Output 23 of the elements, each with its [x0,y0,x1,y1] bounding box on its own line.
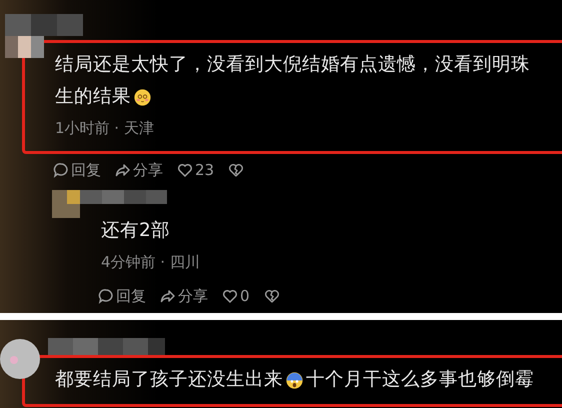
comment-text: 生的结果 [55,85,131,109]
comment-time-location: 1小时前 · 天津 [55,118,155,139]
speech-bubble-icon [53,162,69,178]
share-arrow-icon [160,288,176,304]
comment-text: 都要结局了孩子还没生出来 [55,368,283,392]
comment-text: 结局还是太快了，没看到大倪结婚有点遗憾，没看到明珠 [55,53,530,77]
heart-icon [177,162,193,178]
dislike-button[interactable] [228,162,244,178]
comment-text: 还有2部 [101,219,170,243]
share-arrow-icon [115,162,131,178]
like-button[interactable]: 23 [177,161,214,179]
share-button[interactable]: 分享 [115,160,163,180]
dislike-button[interactable] [264,288,280,304]
speech-bubble-icon [98,288,114,304]
reply-button[interactable]: 回复 [53,160,101,180]
share-button[interactable]: 分享 [160,286,208,306]
scared-face-icon [286,372,303,388]
reply-button[interactable]: 回复 [98,286,146,306]
comment-time-location: 4分钟前 · 四川 [101,252,201,273]
like-button[interactable]: 0 [222,287,250,305]
blushing-face-icon [134,88,151,106]
heart-icon [222,288,238,304]
comment-text: 十个月干这么多事也够倒霉 [306,368,534,392]
